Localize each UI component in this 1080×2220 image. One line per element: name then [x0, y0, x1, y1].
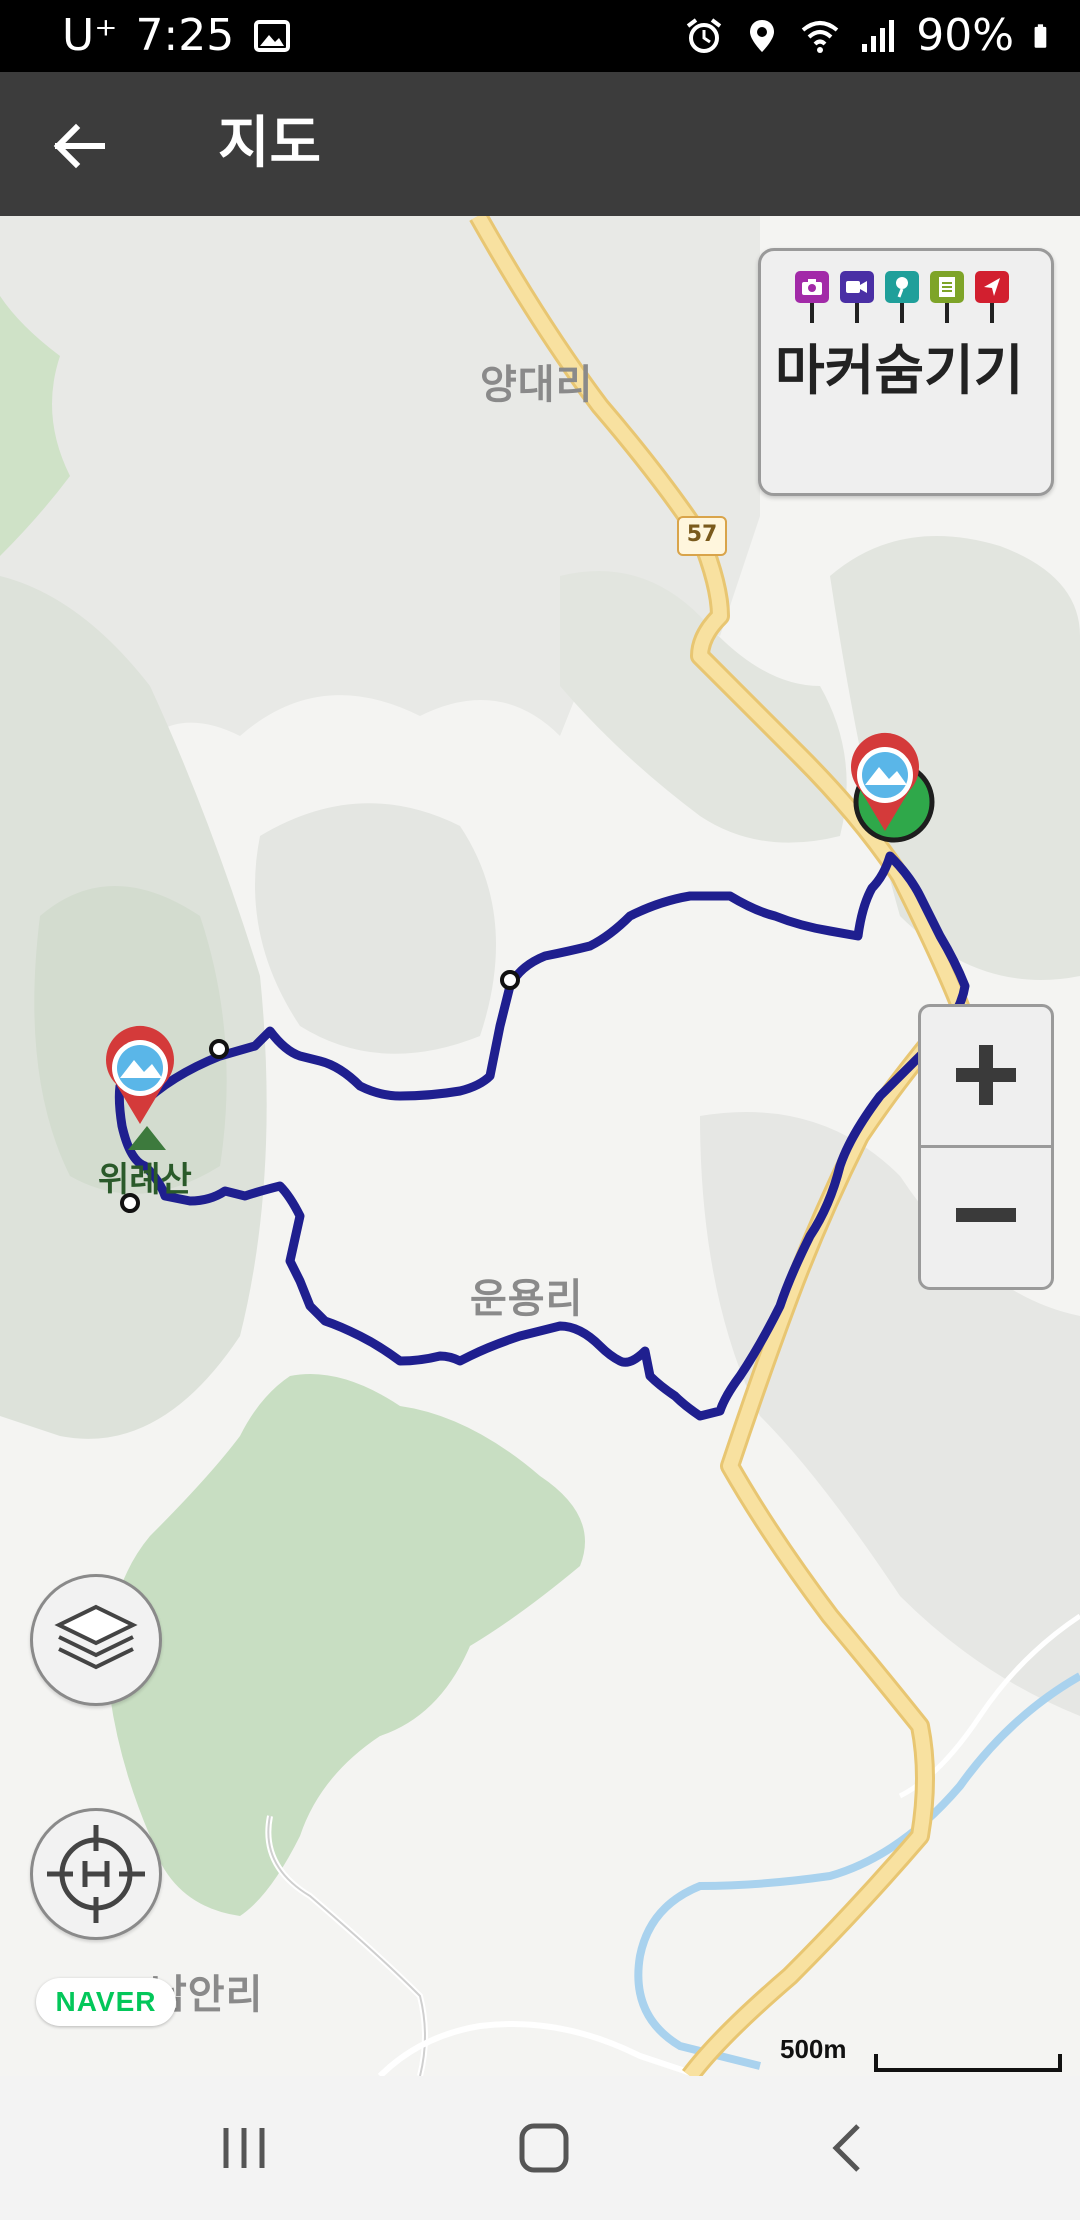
recent-apps-icon[interactable]	[204, 2116, 284, 2180]
system-nav-bar	[0, 2076, 1080, 2220]
mountain-label: 위례산	[98, 1160, 192, 1200]
battery-icon	[1034, 24, 1047, 48]
status-bar: U⁺ 7:25 90%	[0, 0, 1080, 72]
time-label: 7:25	[135, 10, 235, 61]
current-location-button[interactable]	[30, 1808, 162, 1940]
crosshair-icon	[47, 1825, 145, 1923]
location-icon	[750, 20, 775, 52]
marker-flags	[795, 271, 1009, 323]
wifi-icon	[801, 21, 839, 53]
zoom-out-button[interactable]	[921, 1147, 1051, 1285]
minus-icon	[956, 1208, 1016, 1222]
back-arrow-icon[interactable]	[40, 106, 120, 186]
place-label-unyong: 운용리	[470, 1276, 584, 1322]
layers-button[interactable]	[30, 1574, 162, 1706]
map-view[interactable]: 양대리 운용리 남안리 위례산 57 마커숨기기 NAVER 500m	[0, 216, 1080, 2076]
video-icon	[840, 271, 874, 323]
app-bar: 지도	[0, 72, 1080, 216]
route-badge: 57	[677, 516, 727, 556]
layers-icon	[54, 1604, 138, 1670]
camera-icon	[795, 271, 829, 323]
plus-icon	[956, 1045, 1016, 1105]
page-title: 지도	[218, 111, 322, 176]
battery-label: 90%	[916, 10, 1014, 61]
navigation-icon	[975, 271, 1009, 323]
zoom-in-button[interactable]	[921, 1007, 1051, 1148]
scale-label: 500m	[780, 2034, 847, 2064]
mic-icon	[885, 271, 919, 323]
alarm-icon	[687, 18, 722, 53]
marker-hide-button[interactable]: 마커숨기기	[758, 248, 1054, 496]
place-label-yangdae: 양대리	[480, 362, 594, 408]
zoom-controls	[918, 1004, 1054, 1290]
home-icon[interactable]	[504, 2116, 584, 2180]
carrier-label: U⁺	[62, 10, 118, 61]
naver-attribution: NAVER	[36, 1978, 176, 2026]
notepad-icon	[930, 271, 964, 323]
back-icon[interactable]	[808, 2116, 888, 2180]
gallery-icon	[254, 20, 291, 52]
marker-hide-label: 마커숨기기	[775, 339, 1024, 402]
signal-icon	[862, 20, 895, 52]
map-scale: 500m	[780, 2034, 1062, 2074]
scale-bar	[874, 2054, 1062, 2072]
